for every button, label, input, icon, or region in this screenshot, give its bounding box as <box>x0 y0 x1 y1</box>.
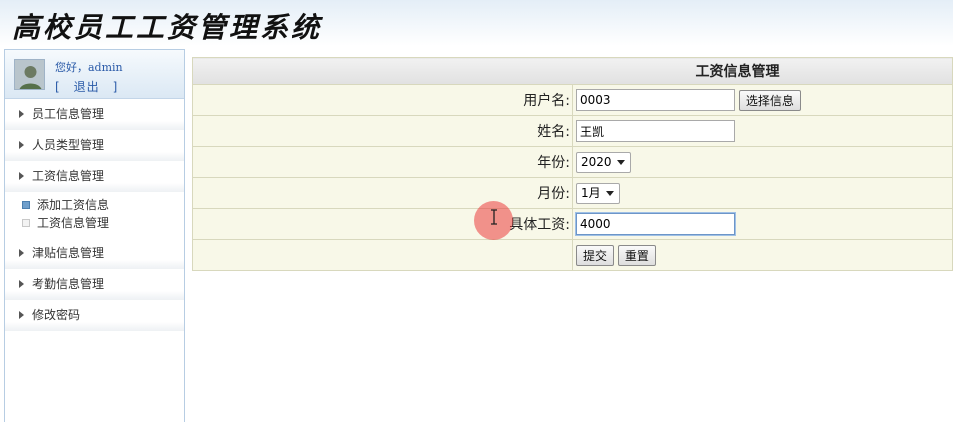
form-row-username: 用户名: 选择信息 <box>192 84 953 116</box>
salary-submenu: 添加工资信息 工资信息管理 <box>5 192 184 238</box>
salary-form: 工资信息管理 用户名: 选择信息 姓名: 年份: 2020 <box>192 57 953 271</box>
month-label: 月份: <box>192 177 573 209</box>
square-bullet-icon <box>22 219 30 227</box>
greeting-text: 您好，admin <box>55 61 123 74</box>
form-row-actions: 提交 重置 <box>192 239 953 271</box>
form-row-year: 年份: 2020 <box>192 146 953 178</box>
year-label: 年份: <box>192 146 573 178</box>
year-cell: 2020 <box>572 146 953 178</box>
sidebar-item-label: 津贴信息管理 <box>32 246 105 260</box>
avatar <box>14 59 45 90</box>
sidebar-item-attendance[interactable]: 考勤信息管理 <box>5 269 184 300</box>
sidebar-item-change-password[interactable]: 修改密码 <box>5 300 184 331</box>
sidebar-item-label: 工资信息管理 <box>32 169 105 183</box>
sidebar-item-label: 员工信息管理 <box>32 107 105 121</box>
form-row-name: 姓名: <box>192 115 953 147</box>
month-cell: 1月 <box>572 177 953 209</box>
caret-right-icon <box>19 110 24 118</box>
year-select-value: 2020 <box>581 154 612 169</box>
user-panel: 您好，admin [ 退出 ] <box>5 50 184 99</box>
sidebar-item-salary-info[interactable]: 工资信息管理 <box>5 161 184 192</box>
name-cell <box>572 115 953 147</box>
sidebar-item-label: 考勤信息管理 <box>32 277 105 291</box>
sidebar-item-label: 修改密码 <box>32 308 81 322</box>
caret-right-icon <box>19 249 24 257</box>
form-title: 工资信息管理 <box>192 57 953 85</box>
salary-input[interactable] <box>575 212 736 236</box>
caret-right-icon <box>19 311 24 319</box>
month-select-value: 1月 <box>581 185 601 200</box>
square-bullet-icon <box>22 201 30 209</box>
form-row-salary: 具体工资: <box>192 208 953 240</box>
salary-cell <box>572 208 953 240</box>
select-info-button[interactable]: 选择信息 <box>738 89 801 111</box>
app-header: 高校员工工资管理系统 <box>0 0 953 46</box>
submenu-item-label: 添加工资信息 <box>37 198 110 212</box>
submenu-item-add-salary[interactable]: 添加工资信息 <box>5 196 184 214</box>
submit-button[interactable]: 提交 <box>576 244 615 266</box>
sidebar-item-label: 人员类型管理 <box>32 138 105 152</box>
year-select[interactable]: 2020 <box>576 151 631 173</box>
username-cell: 选择信息 <box>572 84 953 116</box>
name-input[interactable] <box>576 120 735 142</box>
submenu-item-manage-salary[interactable]: 工资信息管理 <box>5 214 184 232</box>
app-title: 高校员工工资管理系统 <box>12 11 323 44</box>
caret-right-icon <box>19 141 24 149</box>
submenu-item-label: 工资信息管理 <box>37 216 110 230</box>
form-row-month: 月份: 1月 <box>192 177 953 209</box>
month-select[interactable]: 1月 <box>576 182 620 204</box>
sidebar-item-allowance[interactable]: 津贴信息管理 <box>5 238 184 269</box>
reset-button[interactable]: 重置 <box>617 244 656 266</box>
sidebar: 您好，admin [ 退出 ] 员工信息管理 人员类型管理 工资信息管理 添加工… <box>4 49 185 422</box>
dropdown-arrow-icon <box>616 159 625 165</box>
name-label: 姓名: <box>192 115 573 147</box>
sidebar-item-staff-type[interactable]: 人员类型管理 <box>5 130 184 161</box>
dropdown-arrow-icon <box>605 190 614 196</box>
logout-link[interactable]: [ 退出 ] <box>55 78 118 95</box>
actions-cell: 提交 重置 <box>572 239 953 271</box>
username-label: 用户名: <box>192 84 573 116</box>
actions-label-cell <box>192 239 573 271</box>
sidebar-item-employee-info[interactable]: 员工信息管理 <box>5 99 184 130</box>
caret-right-icon <box>19 172 24 180</box>
caret-right-icon <box>19 280 24 288</box>
salary-form-panel: 工资信息管理 用户名: 选择信息 姓名: 年份: 2020 <box>192 57 953 271</box>
username-input[interactable] <box>576 89 735 111</box>
user-avatar-icon <box>15 60 44 89</box>
salary-label: 具体工资: <box>192 208 573 240</box>
